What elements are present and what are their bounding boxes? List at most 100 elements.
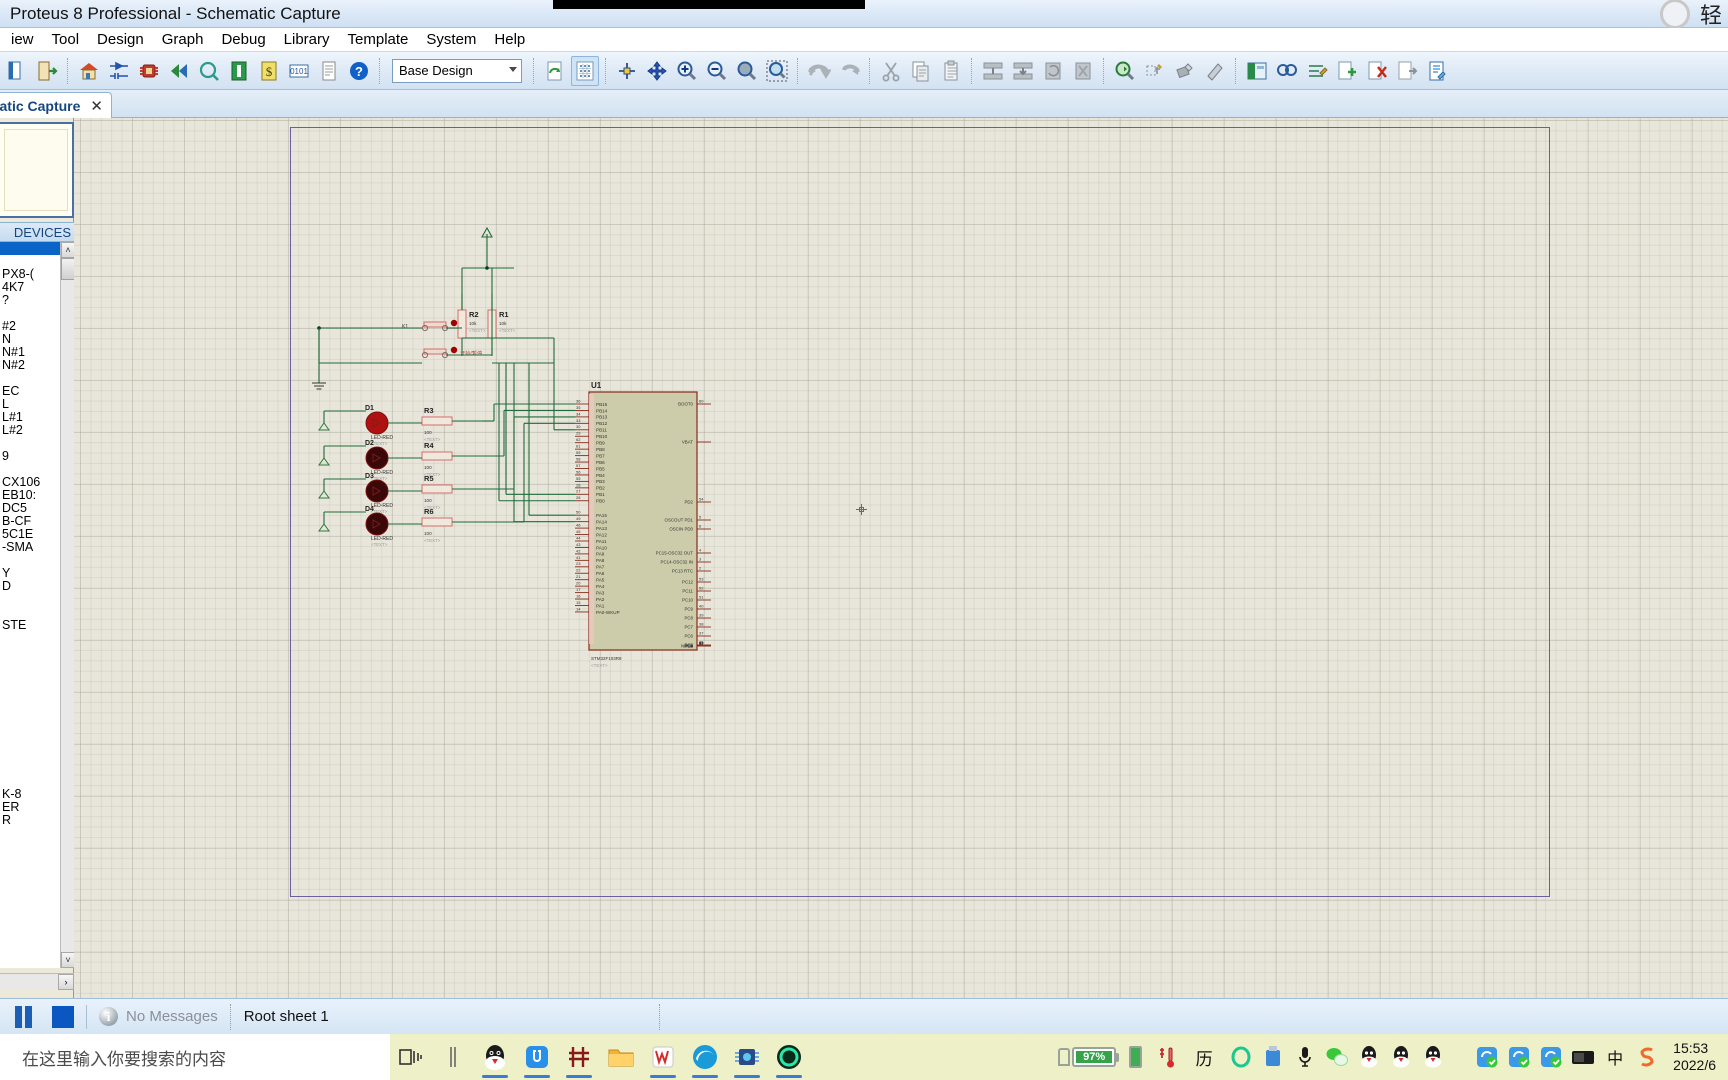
device-list-item[interactable]: L#1 — [0, 411, 60, 424]
device-list-item[interactable]: R — [0, 814, 60, 827]
resistor-body[interactable] — [421, 484, 453, 494]
device-list-item[interactable]: N#2 — [0, 359, 60, 372]
open-project-icon[interactable] — [33, 56, 61, 86]
device-list-item[interactable]: N — [0, 333, 60, 346]
menu-item-help[interactable]: Help — [485, 29, 534, 50]
device-list-item[interactable] — [0, 437, 60, 450]
sogou-icon[interactable] — [1631, 1034, 1663, 1080]
zoom-all-icon[interactable] — [733, 56, 761, 86]
device-list-item[interactable]: L#2 — [0, 424, 60, 437]
device-list-item[interactable]: DC5 — [0, 502, 60, 515]
device-list-item[interactable]: N#1 — [0, 346, 60, 359]
switch-actuator[interactable] — [450, 346, 458, 354]
device-list-item[interactable] — [0, 307, 60, 320]
display-icon[interactable] — [1567, 1034, 1599, 1080]
exit-sheet-icon[interactable] — [1393, 56, 1421, 86]
switch-actuator[interactable] — [450, 319, 458, 327]
u-disk-icon[interactable] — [516, 1034, 558, 1080]
origin-icon[interactable] — [613, 56, 641, 86]
menu-item-library[interactable]: Library — [275, 29, 339, 50]
sync-icon-3[interactable] — [1535, 1034, 1567, 1080]
device-list-item[interactable] — [0, 723, 60, 736]
task-view-icon[interactable] — [390, 1034, 432, 1080]
device-list-item[interactable] — [0, 762, 60, 775]
edge-icon[interactable] — [684, 1034, 726, 1080]
design-notes-icon[interactable] — [1423, 56, 1451, 86]
property-assignment-icon[interactable] — [1273, 56, 1301, 86]
bom-icon[interactable] — [225, 56, 253, 86]
undo-icon[interactable] — [805, 56, 833, 86]
device-list-item[interactable] — [0, 242, 60, 255]
device-list-item[interactable]: #2 — [0, 320, 60, 333]
qq-icon[interactable] — [474, 1034, 516, 1080]
menu-item-design[interactable]: Design — [88, 29, 153, 50]
device-list[interactable]: PX8-(4K7? #2 N N#1 N#2 EC L L#1 L#2 9 CX106 EB10: DC… — [0, 242, 60, 968]
resistor-body[interactable] — [457, 309, 467, 339]
device-list-item[interactable] — [0, 593, 60, 606]
resistor-body[interactable] — [421, 416, 453, 426]
ime-label[interactable]: 轻 — [1700, 0, 1722, 30]
block-copy-icon[interactable] — [979, 56, 1007, 86]
menu-item-tool[interactable]: Tool — [43, 29, 89, 50]
pause-icon[interactable] — [14, 1005, 36, 1028]
usb-device-icon[interactable] — [1257, 1034, 1289, 1080]
device-list-item[interactable]: EC — [0, 385, 60, 398]
led-body[interactable] — [365, 512, 389, 536]
sync-icon-2[interactable] — [1503, 1034, 1535, 1080]
packaging-tool-icon[interactable] — [1171, 56, 1199, 86]
file-explorer-icon[interactable] — [600, 1034, 642, 1080]
device-list-item[interactable] — [0, 710, 60, 723]
schematic-drawing[interactable]: U1STM32F103R8<TEXT>36PB1535PB1434PB1333P… — [74, 118, 1728, 998]
menu-item-graph[interactable]: Graph — [153, 29, 213, 50]
wechat-icon[interactable] — [1321, 1034, 1353, 1080]
device-list-item[interactable] — [0, 463, 60, 476]
tab-schematic-capture[interactable]: atic Capture ✕ — [0, 92, 112, 118]
refresh-icon[interactable] — [541, 56, 569, 86]
qq-tray-icon-2[interactable] — [1385, 1034, 1417, 1080]
add-sheet-icon[interactable] — [1333, 56, 1361, 86]
device-list-scrollbar[interactable]: ˄ ˅ — [60, 242, 75, 968]
thermometer-icon[interactable] — [1151, 1034, 1183, 1080]
netlist-icon[interactable] — [1303, 56, 1331, 86]
scroll-up-button[interactable]: ˄ — [61, 242, 75, 258]
remove-sheet-icon[interactable] — [1363, 56, 1391, 86]
device-list-item[interactable] — [0, 606, 60, 619]
block-delete-icon[interactable] — [1069, 56, 1097, 86]
sync-icon-1[interactable] — [1471, 1034, 1503, 1080]
help-icon[interactable]: ? — [345, 56, 373, 86]
device-list-item[interactable]: PX8-( — [0, 268, 60, 281]
3d-viewer-icon[interactable] — [165, 56, 193, 86]
device-list-hscrollbar[interactable]: › — [0, 973, 74, 990]
device-list-item[interactable]: K-8 — [0, 788, 60, 801]
search-input[interactable]: 在这里输入你要搜索的内容 — [0, 1034, 390, 1080]
zoom-out-icon[interactable] — [703, 56, 731, 86]
device-list-item[interactable]: 4K7 — [0, 281, 60, 294]
copy-icon[interactable] — [907, 56, 935, 86]
device-list-item[interactable] — [0, 697, 60, 710]
simulation-icon[interactable] — [195, 56, 223, 86]
microphone-icon[interactable] — [1289, 1034, 1321, 1080]
device-list-item[interactable]: EB10: — [0, 489, 60, 502]
wps-icon[interactable] — [642, 1034, 684, 1080]
keil-icon[interactable] — [558, 1034, 600, 1080]
decompose-icon[interactable] — [1201, 56, 1229, 86]
toggle-panel-icon[interactable] — [1243, 56, 1271, 86]
device-list-item[interactable]: 9 — [0, 450, 60, 463]
device-list-item[interactable]: Y — [0, 567, 60, 580]
proteus-icon[interactable] — [726, 1034, 768, 1080]
ime-indicator[interactable]: 中 — [1599, 1034, 1631, 1080]
history-icon[interactable]: 历 — [1183, 1034, 1225, 1080]
menu-item-template[interactable]: Template — [339, 29, 418, 50]
design-selector[interactable]: Base Design — [392, 58, 522, 83]
grid-icon[interactable] — [571, 55, 599, 86]
device-list-item[interactable]: L — [0, 398, 60, 411]
led-body[interactable] — [365, 446, 389, 470]
resistor-body[interactable] — [421, 451, 453, 461]
redo-icon[interactable] — [835, 56, 863, 86]
hscroll-right-button[interactable]: › — [58, 974, 74, 990]
clock[interactable]: 15:53 2022/6 — [1663, 1040, 1722, 1075]
led-body[interactable] — [365, 411, 389, 435]
bill-of-materials-icon[interactable]: $ — [255, 56, 283, 86]
battery-status[interactable]: 97% — [1058, 1034, 1120, 1080]
resistor-body[interactable] — [421, 517, 453, 527]
